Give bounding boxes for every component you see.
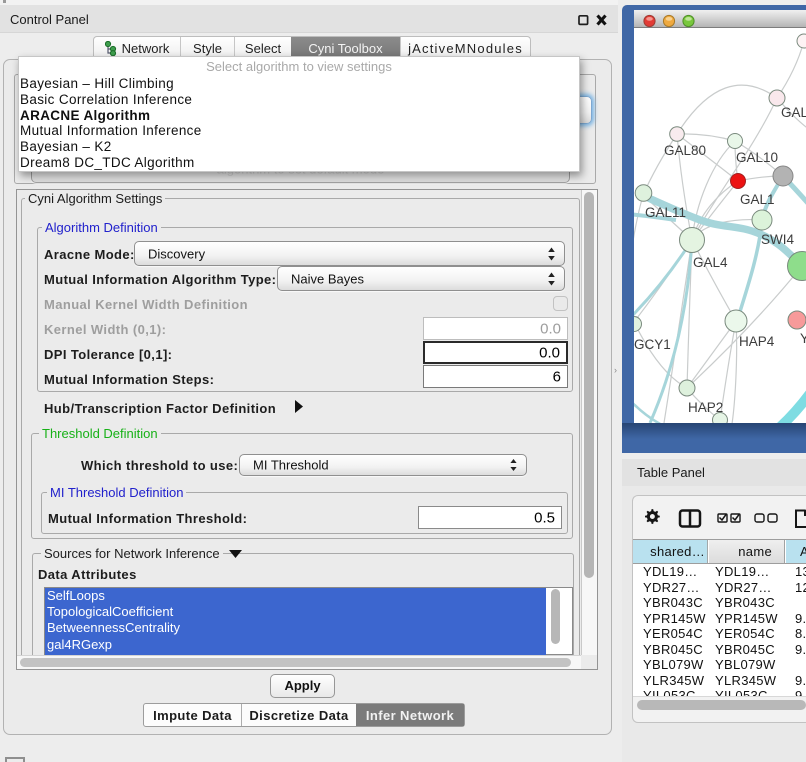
svg-text:HAP4: HAP4 <box>739 334 775 349</box>
svg-text:GAL80: GAL80 <box>664 143 706 158</box>
svg-text:GAL11: GAL11 <box>645 205 686 220</box>
svg-text:Y: Y <box>800 331 806 346</box>
svg-text:SWI4: SWI4 <box>761 232 794 247</box>
svg-text:GAL: GAL <box>781 105 806 120</box>
svg-text:GAL10: GAL10 <box>736 150 778 165</box>
svg-text:GAL4: GAL4 <box>693 255 728 270</box>
svg-text:GCY1: GCY1 <box>634 337 671 352</box>
svg-text:HAP2: HAP2 <box>688 400 723 415</box>
svg-text:GAL1: GAL1 <box>740 192 775 207</box>
